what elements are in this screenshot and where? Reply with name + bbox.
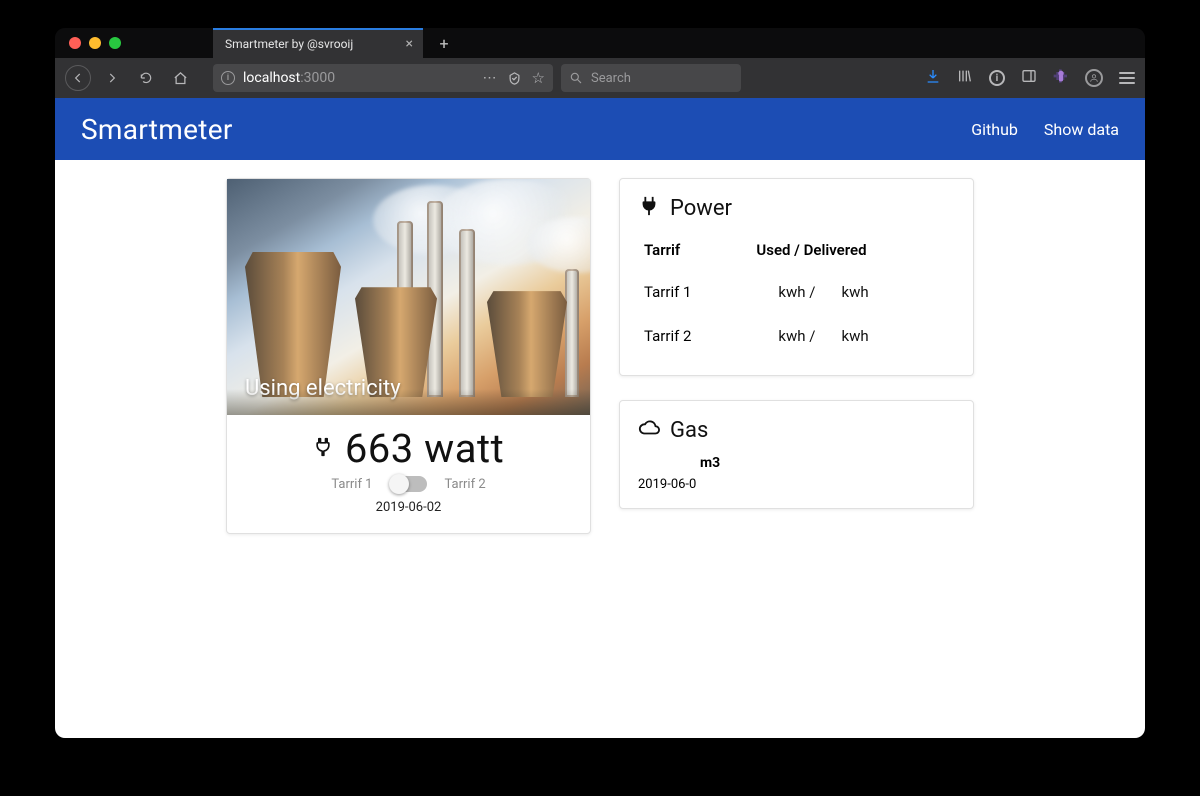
cell-used-delivered: kwh / kwh xyxy=(728,271,953,313)
gas-title: Gas xyxy=(670,418,708,443)
cell-tarrif: Tarrif 1 xyxy=(640,271,726,313)
reader-icon[interactable] xyxy=(507,71,522,86)
account-icon[interactable] xyxy=(1085,69,1103,87)
minimize-window-button[interactable] xyxy=(89,37,101,49)
extension-icon[interactable] xyxy=(1053,68,1069,88)
tab-title: Smartmeter by @svrooij xyxy=(225,37,396,51)
tarrif-toggle[interactable] xyxy=(391,476,427,492)
electricity-overlay-title: Using electricity xyxy=(245,376,401,401)
sidebar-icon[interactable] xyxy=(1021,68,1037,88)
col-tarrif: Tarrif xyxy=(640,231,726,269)
close-window-button[interactable] xyxy=(69,37,81,49)
gas-date: 2019-06-0 xyxy=(638,477,955,492)
library-icon[interactable] xyxy=(957,68,973,88)
nav-link-showdata[interactable]: Show data xyxy=(1044,120,1119,139)
tarrif1-label: Tarrif 1 xyxy=(331,477,372,492)
power-title: Power xyxy=(670,196,732,221)
gas-card: Gas m3 2019-06-0 xyxy=(619,400,974,509)
back-button[interactable] xyxy=(65,65,91,91)
browser-tab[interactable]: Smartmeter by @svrooij × xyxy=(213,28,423,58)
search-icon xyxy=(569,71,583,85)
address-bar[interactable]: i localhost:3000 ⋯ ☆ xyxy=(213,64,553,92)
browser-window: Smartmeter by @svrooij × + i localhost:3… xyxy=(55,28,1145,738)
new-tab-button[interactable]: + xyxy=(435,34,453,52)
search-placeholder: Search xyxy=(591,71,631,86)
page-viewport: Smartmeter Github Show data Using electr… xyxy=(55,98,1145,738)
info-icon[interactable]: i xyxy=(989,70,1005,86)
app-brand: Smartmeter xyxy=(81,113,233,146)
power-card: Power Tarrif Used / Delivered Tarrif 1 k… xyxy=(619,178,974,376)
app-header: Smartmeter Github Show data xyxy=(55,98,1145,160)
main-content: Using electricity 663 watt Tarrif 1 xyxy=(55,160,1145,564)
forward-button[interactable] xyxy=(99,65,125,91)
close-tab-icon[interactable]: × xyxy=(406,37,413,51)
maximize-window-button[interactable] xyxy=(109,37,121,49)
electricity-date: 2019-06-02 xyxy=(245,500,572,515)
table-row: Tarrif 2 kwh / kwh xyxy=(640,315,953,357)
titlebar: Smartmeter by @svrooij × + xyxy=(55,28,1145,58)
col-used-delivered: Used / Delivered xyxy=(728,231,953,269)
cell-used-delivered: kwh / kwh xyxy=(728,315,953,357)
electricity-card: Using electricity 663 watt Tarrif 1 xyxy=(226,178,591,534)
toolbar-right: i xyxy=(925,68,1135,88)
watt-value: 663 watt xyxy=(345,425,504,472)
gas-unit: m3 xyxy=(700,455,955,471)
bookmark-icon[interactable]: ☆ xyxy=(532,69,545,87)
home-button[interactable] xyxy=(167,65,193,91)
cloud-icon xyxy=(638,417,660,443)
address-bar-actions: ⋯ ☆ xyxy=(483,69,545,87)
electricity-hero-image: Using electricity xyxy=(227,179,590,415)
more-icon[interactable]: ⋯ xyxy=(483,70,497,86)
url-host: localhost:3000 xyxy=(243,70,335,86)
watt-reading: 663 watt xyxy=(245,425,572,472)
browser-toolbar: i localhost:3000 ⋯ ☆ Search i xyxy=(55,58,1145,98)
table-row: Tarrif 1 kwh / kwh xyxy=(640,271,953,313)
plug-icon xyxy=(638,195,660,221)
site-info-icon[interactable]: i xyxy=(221,71,235,85)
plug-icon xyxy=(313,437,333,461)
power-table: Tarrif Used / Delivered Tarrif 1 kwh / k… xyxy=(620,229,973,375)
nav-link-github[interactable]: Github xyxy=(971,120,1018,139)
reload-button[interactable] xyxy=(133,65,159,91)
header-nav: Github Show data xyxy=(971,120,1119,139)
window-controls xyxy=(55,37,121,49)
cell-tarrif: Tarrif 2 xyxy=(640,315,726,357)
tarrif2-label: Tarrif 2 xyxy=(445,477,486,492)
search-bar[interactable]: Search xyxy=(561,64,741,92)
downloads-icon[interactable] xyxy=(925,68,941,88)
menu-button[interactable] xyxy=(1119,72,1135,84)
